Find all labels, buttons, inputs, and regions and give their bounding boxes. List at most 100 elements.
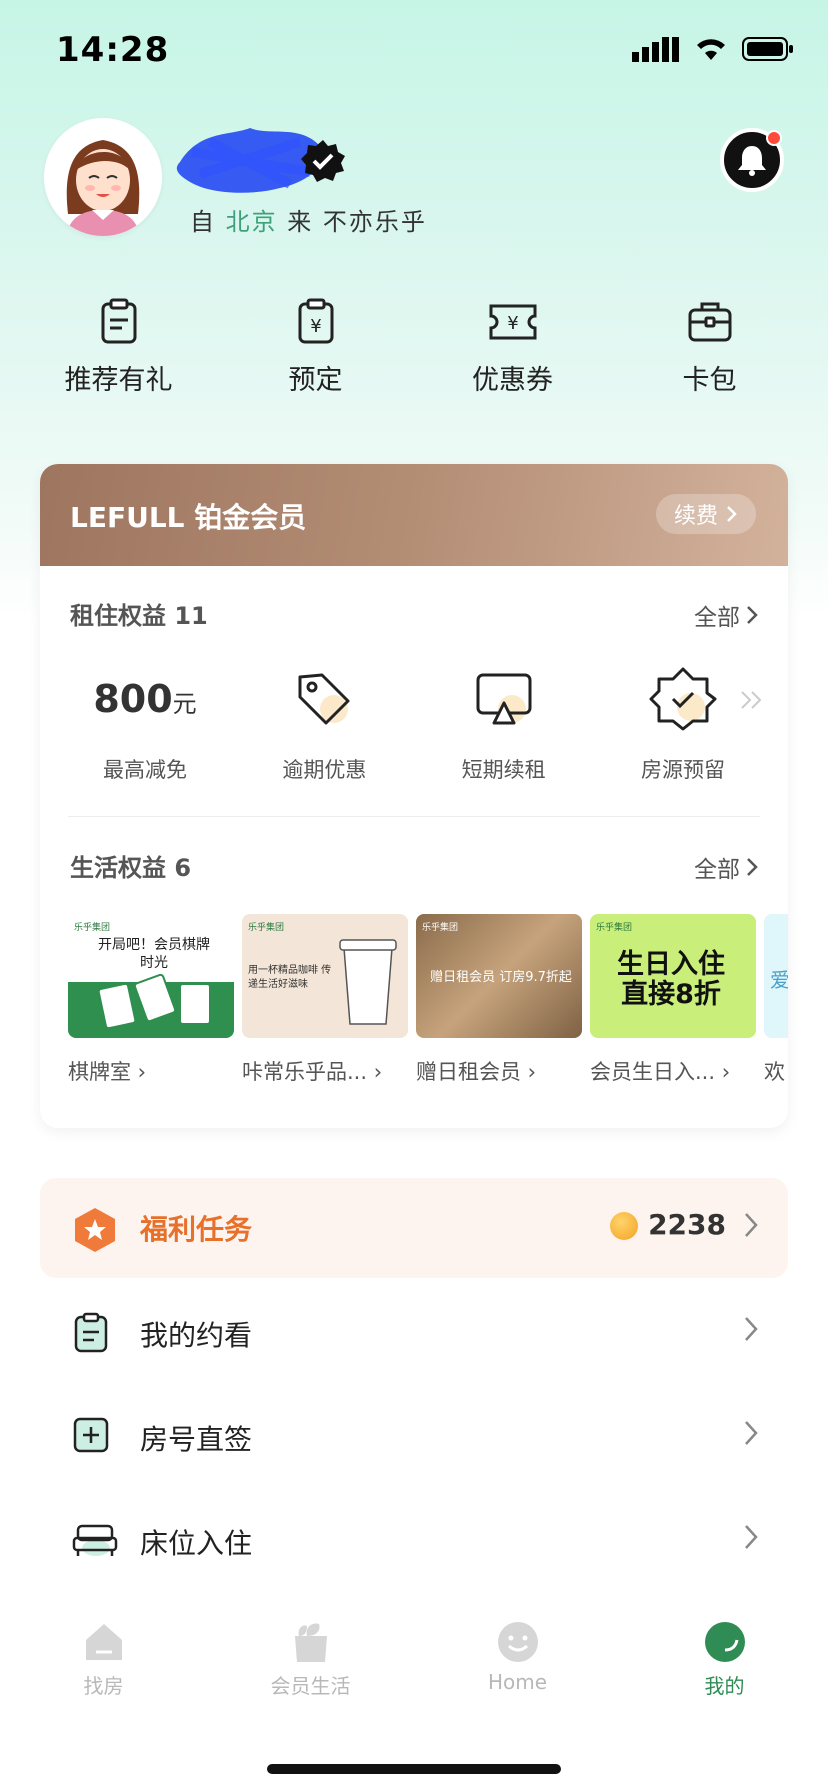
leaf-icon	[294, 1623, 327, 1662]
right-item-discount[interactable]: 800元 最高减免	[60, 664, 230, 784]
membership-card: LEFULL 铂金会员 续费 租住权益 11 全部 800元 最高减免 逾期优惠…	[40, 464, 788, 1128]
profile-header: 自 北京 来 不亦乐乎	[44, 118, 784, 248]
clipboard-icon	[74, 1312, 108, 1353]
right-item-value: 800元	[93, 677, 197, 721]
life-item-coffee[interactable]: 乐乎集团 用一杯精品咖啡 传递生活好滋味 咔常乐乎品... ›	[242, 914, 408, 1086]
tab-home[interactable]: Home	[428, 1620, 608, 1720]
tab-find-room[interactable]: 找房	[14, 1620, 194, 1720]
quick-action-wallet[interactable]: 卡包	[620, 298, 800, 408]
verified-badge-icon	[301, 140, 345, 182]
coupon-icon: ¥	[489, 304, 536, 340]
right-item-overdue[interactable]: 逾期优惠	[239, 664, 409, 784]
home-indicator	[267, 1764, 561, 1774]
right-item-label: 逾期优惠	[282, 758, 367, 782]
screen-icon	[476, 673, 532, 725]
right-item-hold[interactable]: 房源预留	[598, 664, 768, 784]
wifi-icon	[697, 39, 725, 60]
life-rights-title: 生活权益 6	[70, 854, 192, 882]
rental-rights-list: 800元 最高减免 逾期优惠 短期续租 房源预留	[60, 664, 768, 784]
life-item-more[interactable]: 爱 欢	[764, 914, 788, 1086]
chevron-right-icon	[745, 1525, 758, 1549]
quick-action-label: 推荐有礼	[64, 365, 173, 396]
membership-title: LEFULL 铂金会员	[70, 501, 307, 534]
bed-icon	[72, 1524, 118, 1556]
life-rights-more-label: 全部	[694, 857, 740, 883]
menu-my-viewings[interactable]: 我的约看	[40, 1282, 788, 1382]
divider	[68, 816, 760, 817]
rental-rights-more-label: 全部	[694, 605, 740, 631]
menu-label: 我的约看	[140, 1319, 253, 1352]
tab-mine[interactable]: 我的	[635, 1620, 815, 1720]
tab-label: 我的	[704, 1674, 745, 1698]
life-item-label: 欢	[764, 1060, 785, 1084]
chevron-right-icon	[745, 1421, 758, 1445]
notification-dot	[766, 130, 782, 146]
profile-subtitle: 自 北京 来 不亦乐乎	[190, 202, 427, 237]
hexagon-star-icon	[75, 1208, 115, 1252]
notification-button[interactable]	[720, 128, 784, 192]
menu-room-sign[interactable]: 房号直签	[40, 1386, 788, 1486]
life-item-birthday[interactable]: 乐乎集团 生日入住 直接8折 会员生日入... ›	[590, 914, 756, 1086]
welfare-points: 2238	[648, 1208, 726, 1241]
right-item-label: 短期续租	[461, 758, 546, 782]
yuan-clipboard-icon: ¥	[298, 298, 333, 344]
menu-bed-checkin[interactable]: 床位入住	[40, 1490, 788, 1590]
status-bar: 14:28	[0, 0, 828, 96]
tab-label: 找房	[83, 1674, 124, 1698]
chevron-right-icon	[745, 1213, 758, 1237]
avatar-illustration-icon	[44, 118, 162, 236]
life-item-day-rent[interactable]: 乐乎集团 赠日租会员 订房9.7折起 赠日租会员 ›	[416, 914, 582, 1086]
chevron-right-icon	[745, 1317, 758, 1341]
life-item-label: 赠日租会员 ›	[416, 1060, 537, 1084]
avatar[interactable]	[44, 118, 162, 236]
life-item-label: 棋牌室 ›	[68, 1060, 147, 1084]
status-icons	[632, 36, 794, 62]
double-chevron-right-icon[interactable]	[740, 690, 766, 710]
life-item-image: 乐乎集团 赠日租会员 订房9.7折起	[416, 914, 582, 1038]
rental-rights-more[interactable]: 全部	[694, 598, 758, 632]
profile-city: 北京	[225, 208, 278, 236]
coin-icon	[610, 1212, 638, 1240]
life-rights-more[interactable]: 全部	[694, 850, 758, 884]
wallet-icon	[688, 302, 731, 342]
right-item-label: 最高减免	[103, 758, 187, 782]
chevron-right-icon	[727, 506, 737, 522]
life-item-mahjong[interactable]: 乐乎集团 开局吧！会员棋牌时光 棋牌室 ›	[68, 914, 234, 1086]
bell-icon	[738, 146, 766, 176]
profile-middle: 来	[287, 208, 314, 236]
life-item-label: 会员生日入... ›	[590, 1060, 731, 1084]
profile-smile-icon	[704, 1622, 745, 1662]
battery-icon	[742, 37, 793, 61]
quick-action-coupon[interactable]: ¥ 优惠券	[423, 298, 603, 408]
renew-label: 续费	[673, 504, 718, 529]
life-item-image: 乐乎集团 开局吧！会员棋牌时光	[68, 914, 234, 1038]
renew-button[interactable]: 续费	[655, 494, 756, 534]
tab-bar: 找房 会员生活 Home 我的	[0, 1620, 828, 1720]
house-icon	[85, 1624, 122, 1660]
chevron-right-icon	[747, 606, 758, 624]
tab-label: Home	[487, 1670, 548, 1694]
welfare-tasks-row[interactable]: 福利任务 2238	[40, 1178, 788, 1278]
quick-action-label: 预定	[288, 365, 343, 396]
membership-header: LEFULL 铂金会员 续费	[40, 464, 788, 566]
badge-check-icon	[649, 667, 717, 731]
signal-icon	[632, 37, 679, 62]
welfare-label: 福利任务	[140, 1213, 253, 1246]
right-item-renewal[interactable]: 短期续租	[419, 664, 589, 784]
tab-member-life[interactable]: 会员生活	[221, 1620, 401, 1720]
life-item-image: 乐乎集团 用一杯精品咖啡 传递生活好滋味	[242, 914, 408, 1038]
quick-action-reserve[interactable]: ¥ 预定	[226, 298, 406, 408]
quick-action-refer[interactable]: 推荐有礼	[29, 298, 209, 408]
coffee-cup-icon	[339, 939, 397, 1025]
smiley-icon	[497, 1622, 538, 1662]
quick-action-label: 优惠券	[472, 365, 553, 396]
menu-label: 房号直签	[140, 1423, 253, 1456]
life-item-image: 乐乎集团 生日入住 直接8折	[590, 914, 756, 1038]
mahjong-tiles-icon	[68, 973, 234, 1038]
profile-prefix: 自	[190, 208, 216, 236]
menu-label: 床位入住	[140, 1527, 253, 1560]
life-item-label: 咔常乐乎品... ›	[242, 1060, 383, 1084]
quick-actions: 推荐有礼 ¥ 预定 ¥ 优惠券 卡包	[20, 298, 808, 408]
tag-icon	[298, 673, 350, 725]
status-time: 14:28	[56, 30, 170, 70]
